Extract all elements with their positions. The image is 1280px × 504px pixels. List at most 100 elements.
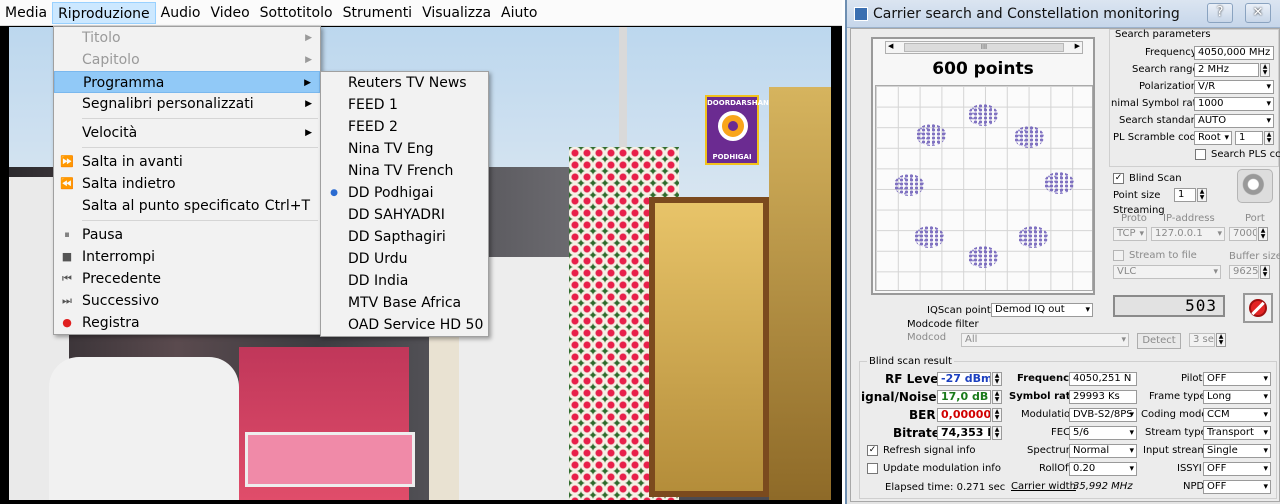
fec-select[interactable]: 5/6 xyxy=(1069,426,1137,440)
rolloff-select[interactable]: 0.20 xyxy=(1069,462,1137,476)
search-range-input[interactable]: 2 MHz xyxy=(1194,63,1259,77)
program-item-mtv-base-africa[interactable]: MTV Base Africa xyxy=(321,292,488,314)
constellation-scrollbar[interactable]: ◀ III ▶ xyxy=(885,41,1083,54)
ip-address-label: IP-address xyxy=(1163,213,1215,224)
snr-spinner[interactable]: ▲ ▼ xyxy=(992,390,1002,404)
point-size-spinner[interactable]: ▲ ▼ xyxy=(1197,188,1207,202)
menu-aiuto[interactable]: Aiuto xyxy=(496,2,542,24)
menu-item-pausa[interactable]: ⏸ Pausa xyxy=(54,224,320,246)
program-item-dd-india[interactable]: DD India xyxy=(321,270,488,292)
program-item-feed-1[interactable]: FEED 1 xyxy=(321,94,488,116)
frame-type-select[interactable]: Long xyxy=(1203,390,1271,404)
seconds-input[interactable]: 3 sec xyxy=(1189,333,1215,347)
garland-left xyxy=(429,327,459,500)
bitrate-spinner[interactable]: ▲ ▼ xyxy=(992,426,1002,440)
issyi-select[interactable]: OFF xyxy=(1203,462,1271,476)
proto-select[interactable]: TCP xyxy=(1113,227,1147,241)
npd-select[interactable]: OFF xyxy=(1203,480,1271,494)
menu-item-label: Registra xyxy=(82,315,140,331)
ip-address-select[interactable]: 127.0.0.1 xyxy=(1151,227,1225,241)
program-item-dd-urdu[interactable]: DD Urdu xyxy=(321,248,488,270)
stream-to-file-checkbox[interactable] xyxy=(1113,250,1124,261)
min-symbol-rate-select[interactable]: 1000 xyxy=(1194,97,1274,111)
program-item-dd-sapthagiri[interactable]: DD Sapthagiri xyxy=(321,226,488,248)
stop-scan-button[interactable] xyxy=(1243,293,1273,323)
pilot-select[interactable]: OFF xyxy=(1203,372,1271,386)
program-item-dd-podhigai[interactable]: ● DD Podhigai xyxy=(321,182,488,204)
program-item-dd-sahyadri[interactable]: DD SAHYADRI xyxy=(321,204,488,226)
close-button[interactable]: ✕ xyxy=(1245,3,1271,23)
port-spinner[interactable]: ▲ ▼ xyxy=(1258,227,1268,241)
menu-item-shortcut: Ctrl+T xyxy=(264,198,310,214)
menu-item-velocita[interactable]: Velocità ▶ xyxy=(54,122,320,144)
menu-item-salta-al-punto-specificato[interactable]: Salta al punto specificato Ctrl+T xyxy=(54,195,320,217)
menu-riproduzione[interactable]: Riproduzione xyxy=(52,1,156,24)
ber-spinner[interactable]: ▲ ▼ xyxy=(992,408,1002,422)
menu-item-label: Salta in avanti xyxy=(82,154,183,170)
menu-item-label: Programma xyxy=(83,75,165,91)
menu-audio[interactable]: Audio xyxy=(156,2,206,24)
scroll-right-icon[interactable]: ▶ xyxy=(1075,42,1080,50)
program-item-nina-tv-french[interactable]: Nina TV French xyxy=(321,160,488,182)
program-item-nina-tv-eng[interactable]: Nina TV Eng xyxy=(321,138,488,160)
program-item-oad-service-hd-50[interactable]: OAD Service HD 50 xyxy=(321,314,488,336)
update-modulation-checkbox[interactable] xyxy=(867,463,878,474)
menu-strumenti[interactable]: Strumenti xyxy=(338,2,418,24)
menu-item-segnalibri-personalizzati[interactable]: Segnalibri personalizzati ▶ xyxy=(54,93,320,115)
search-standard-select[interactable]: AUTO xyxy=(1194,114,1274,128)
program-item-reuters-tv-news[interactable]: Reuters TV News xyxy=(321,72,488,94)
pl-scramble-value-input[interactable]: 1 xyxy=(1235,131,1263,145)
blind-scan-checkbox[interactable]: ✓ xyxy=(1113,173,1124,184)
skip-back-icon: ⏪ xyxy=(60,177,74,190)
menu-item-precedente[interactable]: ⏮ Precedente xyxy=(54,268,320,290)
menu-item-capitolo: Capitolo ▶ xyxy=(54,49,320,71)
player-select[interactable]: VLC xyxy=(1113,265,1221,279)
menu-item-salta-indietro[interactable]: ⏪ Salta indietro xyxy=(54,173,320,195)
coding-mode-select[interactable]: CCM xyxy=(1203,408,1271,422)
search-range-label: Search range xyxy=(1132,64,1199,75)
menu-media[interactable]: Media xyxy=(0,2,52,24)
snr-label: ignal/Noise xyxy=(861,390,937,404)
help-button[interactable]: ? xyxy=(1207,3,1233,23)
refresh-signal-checkbox[interactable]: ✓ xyxy=(867,445,878,456)
search-range-spinner[interactable]: ▲ ▼ xyxy=(1260,63,1270,77)
bitrate-label: Bitrate xyxy=(893,426,940,440)
menu-item-programma[interactable]: Programma ▶ xyxy=(54,71,320,93)
rf-level-spinner[interactable]: ▲ ▼ xyxy=(992,372,1002,386)
frequency-input[interactable]: 4050,000 MHz xyxy=(1194,46,1274,60)
channel-logo: DOORDARSHAN PODHIGAI xyxy=(705,95,769,165)
menu-sottotitolo[interactable]: Sottotitolo xyxy=(255,2,338,24)
pl-scramble-mode-select[interactable]: Root xyxy=(1194,131,1232,145)
spectrum-select[interactable]: Normal xyxy=(1069,444,1137,458)
elapsed-time: Elapsed time: 0.271 sec xyxy=(885,482,1006,493)
modulation-select[interactable]: DVB-S2/8PS xyxy=(1069,408,1137,422)
menu-item-registra[interactable]: ● Registra xyxy=(54,312,320,334)
carrier-window-titlebar[interactable]: Carrier search and Constellation monitor… xyxy=(847,0,1280,28)
search-pls-checkbox[interactable] xyxy=(1195,149,1206,160)
menu-item-interrompi[interactable]: ■ Interrompi xyxy=(54,246,320,268)
iqscan-select[interactable]: Demod IQ out xyxy=(991,303,1093,317)
menu-visualizza[interactable]: Visualizza xyxy=(417,2,496,24)
refresh-signal-label: Refresh signal info xyxy=(883,445,976,456)
constellation-cluster xyxy=(914,226,944,248)
stream-type-select[interactable]: Transport xyxy=(1203,426,1271,440)
scroll-thumb[interactable]: III xyxy=(904,43,1064,52)
magnifier-icon[interactable] xyxy=(1237,169,1273,203)
pl-scramble-spinner[interactable]: ▲ ▼ xyxy=(1264,131,1274,145)
menu-item-salta-in-avanti[interactable]: ⏩ Salta in avanti xyxy=(54,151,320,173)
detect-button[interactable]: Detect xyxy=(1137,333,1181,349)
menu-item-label: Salta indietro xyxy=(82,176,176,192)
modcode-select[interactable]: All xyxy=(961,333,1129,347)
program-item-feed-2[interactable]: FEED 2 xyxy=(321,116,488,138)
menu-video[interactable]: Video xyxy=(205,2,254,24)
menu-item-successivo[interactable]: ⏭ Successivo xyxy=(54,290,320,312)
scroll-left-icon[interactable]: ◀ xyxy=(888,42,893,50)
buffer-size-spinner[interactable]: ▲ ▼ xyxy=(1260,265,1270,279)
input-stream-select[interactable]: Single xyxy=(1203,444,1271,458)
polarization-select[interactable]: V/R xyxy=(1194,80,1274,94)
flower-tray xyxy=(245,432,415,487)
point-size-input[interactable]: 1 xyxy=(1174,188,1196,202)
port-input[interactable]: 7000 xyxy=(1229,227,1257,241)
seconds-spinner[interactable]: ▲ ▼ xyxy=(1216,333,1226,347)
buffer-size-input[interactable]: 96256 xyxy=(1229,265,1259,279)
